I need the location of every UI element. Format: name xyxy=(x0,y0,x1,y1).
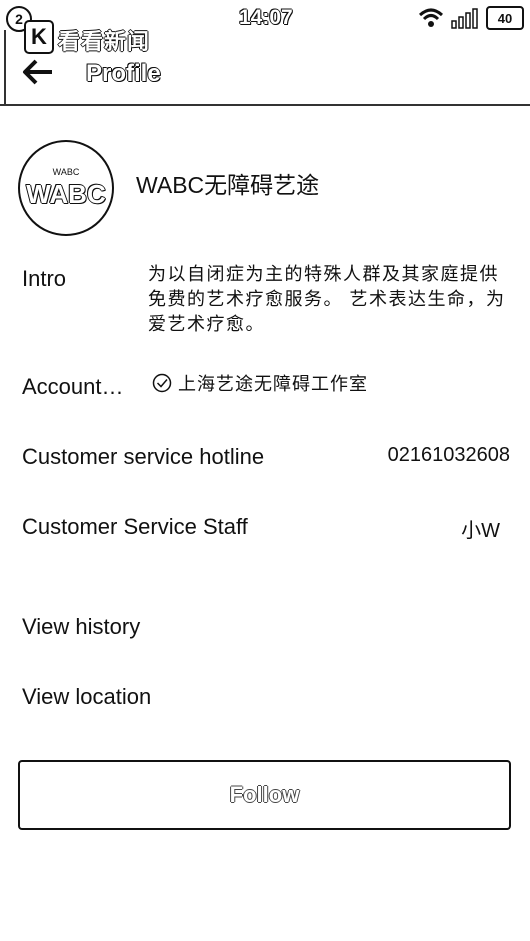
hotline-label: Customer service hotline xyxy=(22,444,265,469)
status-icons: 40 xyxy=(418,6,524,30)
signal-icon xyxy=(451,8,478,29)
follow-label: Follow xyxy=(229,782,300,807)
follow-button[interactable]: Follow xyxy=(18,760,511,830)
intro-label: Intro xyxy=(22,266,67,291)
profile-name: WABC无障碍艺途 xyxy=(136,172,320,198)
avatar-logo-text: WABC xyxy=(26,178,106,209)
status-time: 14:07 xyxy=(239,6,293,29)
view-location-link[interactable]: View location xyxy=(22,684,151,710)
avatar: WABC WABC xyxy=(18,140,114,236)
verified-check-icon xyxy=(152,373,172,393)
page-title: Profile xyxy=(86,60,161,87)
battery-icon: 40 xyxy=(486,6,524,30)
status-bar: 2 K 看看新闻 14:07 40 xyxy=(0,0,530,55)
staff-value[interactable]: 小W xyxy=(461,514,500,543)
account-name: 上海艺途无障碍工作室 xyxy=(178,374,368,394)
header-divider xyxy=(0,104,530,106)
hotline-value[interactable]: 02161032608 xyxy=(388,444,510,467)
back-arrow-icon[interactable] xyxy=(22,58,54,86)
staff-label: Customer Service Staff xyxy=(22,514,248,539)
header: Profile xyxy=(0,36,530,108)
avatar-top-text: WABC xyxy=(52,166,80,177)
account-label: Account… xyxy=(22,374,124,399)
wifi-icon xyxy=(418,8,444,27)
account-value[interactable]: 上海艺途无障碍工作室 xyxy=(152,370,368,396)
view-history-link[interactable]: View history xyxy=(22,614,140,640)
intro-text: 为以自闭症为主的特殊人群及其家庭提供免费的艺术疗愈服务。 艺术表达生命，为爱艺术… xyxy=(148,264,506,334)
